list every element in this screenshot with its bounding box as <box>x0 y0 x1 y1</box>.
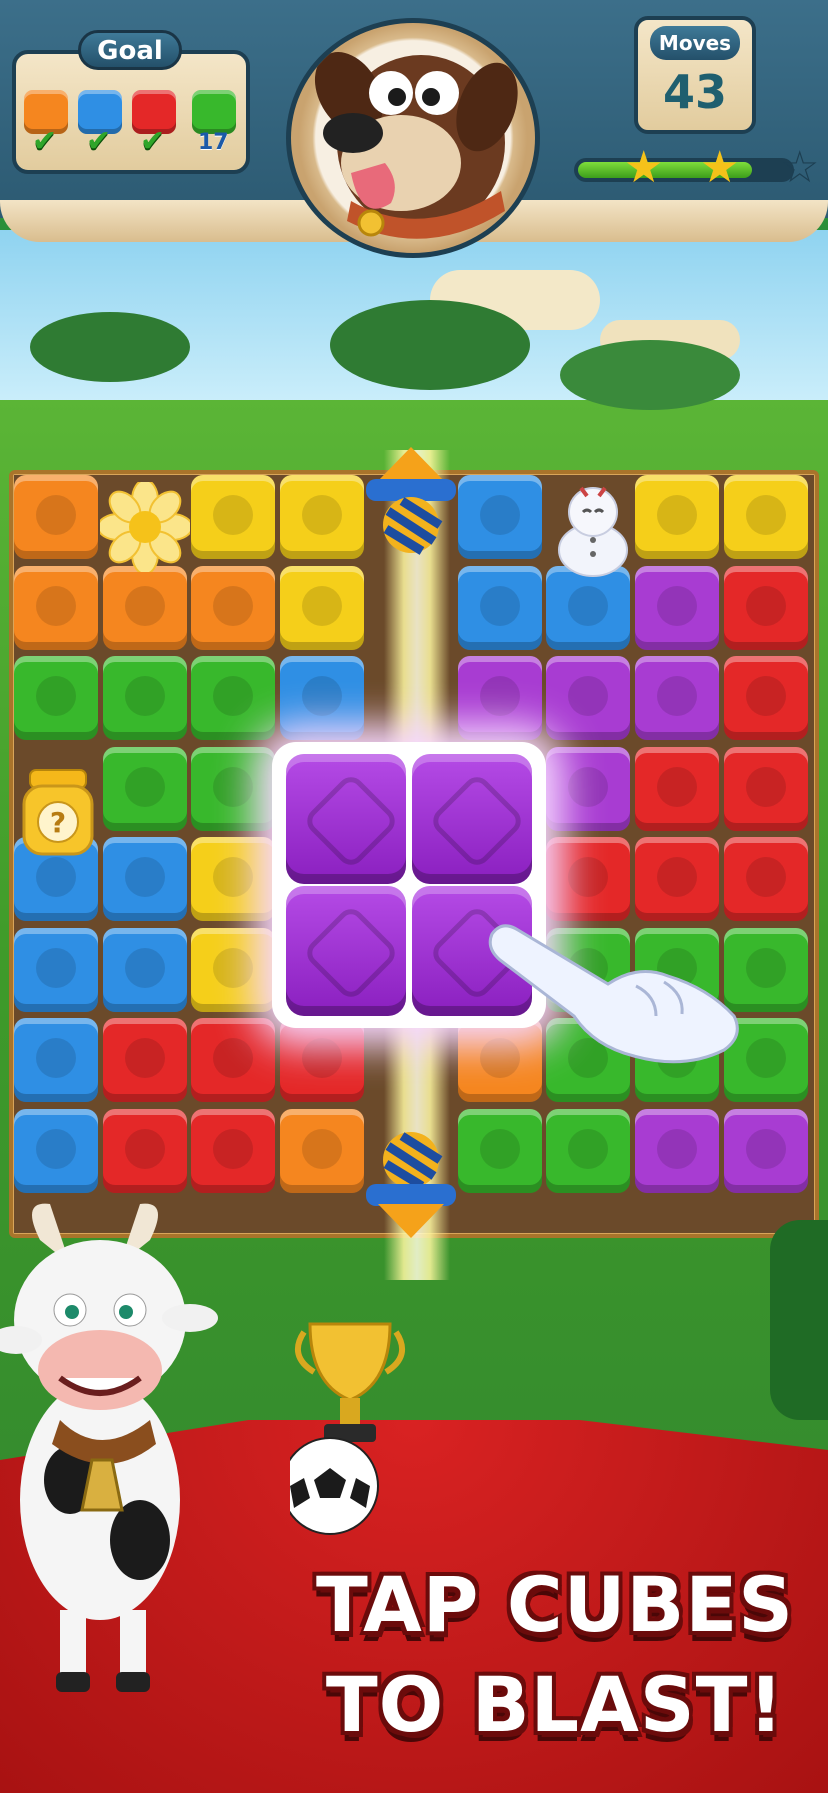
purple-cube[interactable] <box>635 1109 719 1193</box>
green-cube[interactable] <box>103 656 187 740</box>
green-cube[interactable] <box>14 656 98 740</box>
yellow-cube[interactable] <box>280 566 364 650</box>
snowman-icon[interactable] <box>553 478 633 578</box>
big-cube-quadrant <box>286 886 406 1016</box>
red-cube[interactable] <box>724 566 808 650</box>
purple-cube[interactable] <box>546 747 630 831</box>
blue-cube[interactable] <box>458 566 542 650</box>
tagline-line-2: TO BLAST! <box>325 1660 785 1749</box>
red-cube[interactable] <box>635 747 719 831</box>
blue-cube[interactable] <box>103 837 187 921</box>
red-cube[interactable] <box>191 1109 275 1193</box>
blue-cube[interactable] <box>103 928 187 1012</box>
cow-mascot-icon <box>0 1203 218 1692</box>
green-cube[interactable] <box>458 1109 542 1193</box>
bush <box>770 1220 828 1420</box>
rocket-icon[interactable] <box>356 1130 466 1240</box>
tagline-line-1: TAP CUBES <box>316 1560 794 1649</box>
red-cube[interactable] <box>103 1109 187 1193</box>
yellow-cube[interactable] <box>724 475 808 559</box>
orange-cube[interactable] <box>280 1109 364 1193</box>
red-cube[interactable] <box>635 837 719 921</box>
yellow-cube[interactable] <box>191 928 275 1012</box>
honey-jar-icon[interactable]: ? <box>18 766 98 858</box>
orange-cube[interactable] <box>191 566 275 650</box>
green-cube[interactable] <box>546 1109 630 1193</box>
red-cube[interactable] <box>546 837 630 921</box>
orange-cube[interactable] <box>103 566 187 650</box>
yellow-cube[interactable] <box>280 475 364 559</box>
green-cube[interactable] <box>191 747 275 831</box>
purple-cube[interactable] <box>635 566 719 650</box>
blue-cube[interactable] <box>546 566 630 650</box>
blue-cube[interactable] <box>14 1018 98 1102</box>
blue-cube[interactable] <box>14 928 98 1012</box>
big-cube-quadrant <box>412 754 532 884</box>
yellow-cube[interactable] <box>191 475 275 559</box>
red-cube[interactable] <box>724 656 808 740</box>
big-cube-quadrant <box>286 754 406 884</box>
blue-cube[interactable] <box>14 1109 98 1193</box>
flower-icon[interactable] <box>100 482 190 572</box>
orange-cube[interactable] <box>14 475 98 559</box>
red-cube[interactable] <box>191 1018 275 1102</box>
red-cube[interactable] <box>280 1018 364 1102</box>
blue-cube[interactable] <box>280 656 364 740</box>
green-cube[interactable] <box>103 747 187 831</box>
purple-cube[interactable] <box>724 1109 808 1193</box>
red-cube[interactable] <box>103 1018 187 1102</box>
yellow-cube[interactable] <box>635 475 719 559</box>
green-cube[interactable] <box>191 656 275 740</box>
red-cube[interactable] <box>724 837 808 921</box>
pointer-hand-icon <box>488 924 739 1064</box>
purple-cube[interactable] <box>458 656 542 740</box>
purple-cube[interactable] <box>635 656 719 740</box>
blue-cube[interactable] <box>458 475 542 559</box>
promo-tagline: TAP CUBES TO BLAST! <box>300 1555 810 1755</box>
yellow-cube[interactable] <box>191 837 275 921</box>
svg-text:?: ? <box>50 806 66 839</box>
purple-cube[interactable] <box>546 656 630 740</box>
red-cube[interactable] <box>724 747 808 831</box>
orange-cube[interactable] <box>14 566 98 650</box>
trophy-and-ball-icon <box>290 1322 406 1535</box>
rocket-icon[interactable] <box>356 445 466 555</box>
